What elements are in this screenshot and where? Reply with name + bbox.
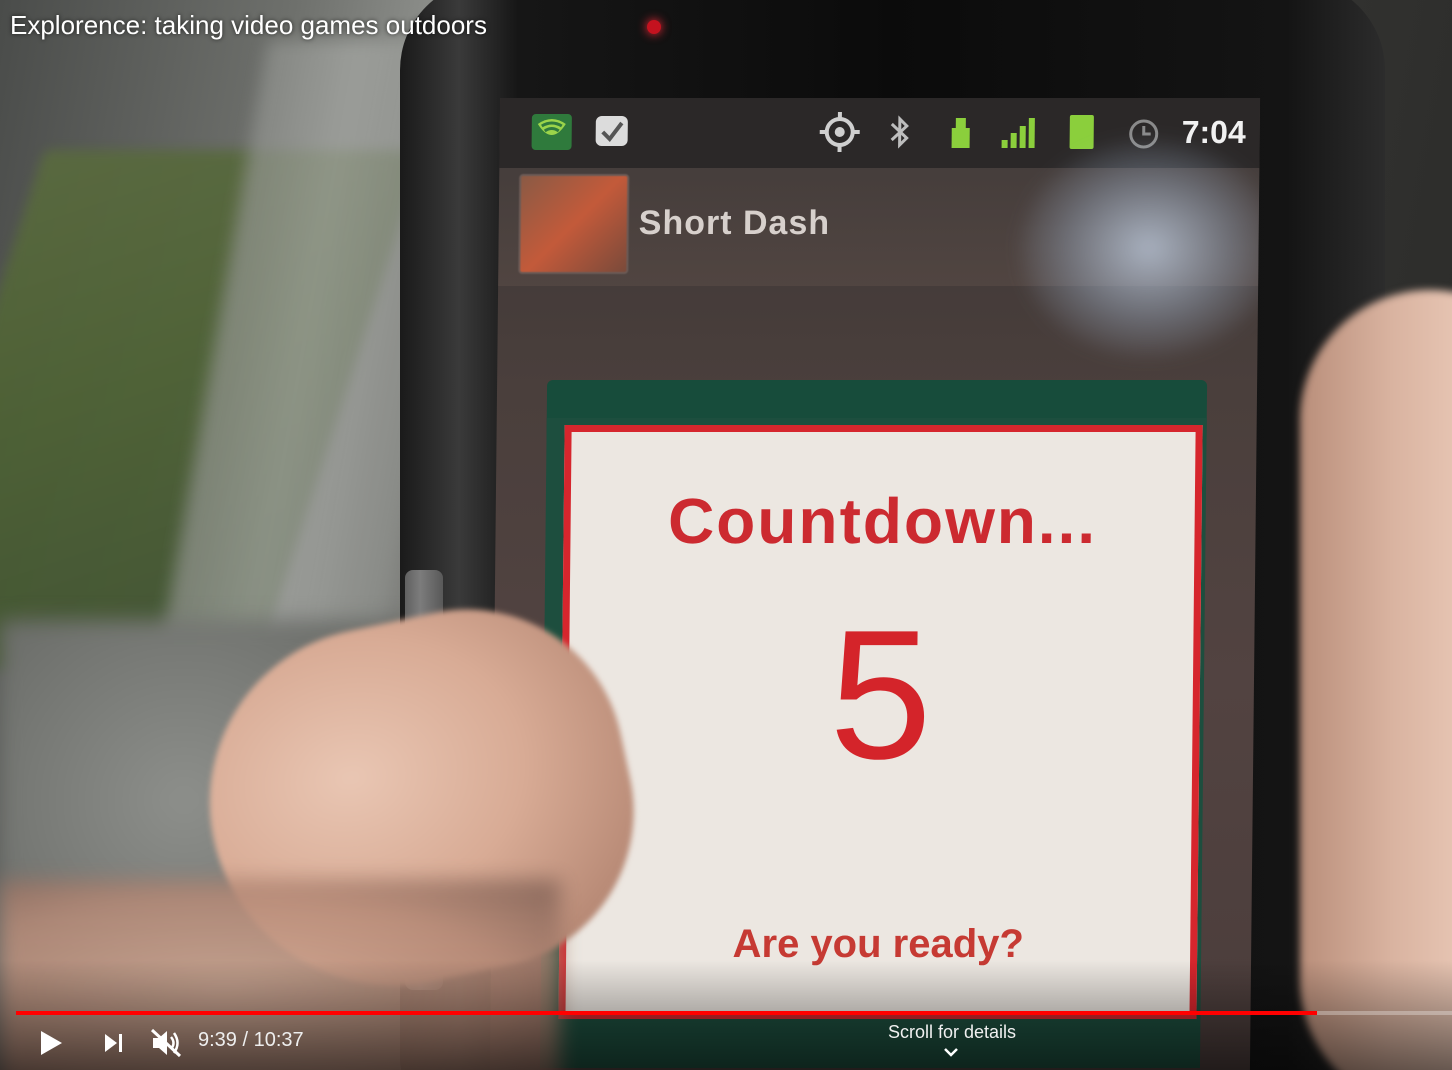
check-notification-icon (592, 112, 632, 152)
video-frame: 7:04 Short Dash Countdown... 5 Are you r… (0, 0, 1452, 1070)
usb-icon (946, 112, 976, 152)
phone-screen: 7:04 Short Dash Countdown... 5 Are you r… (489, 98, 1261, 1070)
shield-notification-icon (530, 112, 574, 152)
phone-led (647, 20, 661, 34)
play-icon (41, 1031, 62, 1055)
next-button[interactable] (96, 1024, 130, 1062)
progress-bar-played (16, 1011, 1318, 1015)
signal-icon (1000, 112, 1042, 152)
controls-gradient (0, 960, 1452, 1070)
app-avatar-image (518, 174, 630, 274)
next-icon (105, 1034, 122, 1052)
gps-icon (818, 112, 862, 152)
countdown-dialog: Countdown... 5 Are you ready? (558, 425, 1203, 1019)
hand-finger (1300, 290, 1452, 1070)
time-display: 9:39 / 10:37 (198, 1029, 304, 1051)
battery-icon (1066, 112, 1098, 152)
chevron-down-icon[interactable] (942, 1046, 960, 1065)
countdown-title: Countdown... (667, 485, 1098, 557)
play-button[interactable] (34, 1024, 68, 1062)
progress-bar[interactable] (16, 1011, 1452, 1015)
bluetooth-icon (888, 112, 912, 152)
video-player[interactable]: 7:04 Short Dash Countdown... 5 Are you r… (0, 0, 1452, 1070)
countdown-number: 5 (828, 591, 934, 797)
app-title: Short Dash (638, 204, 831, 242)
video-title[interactable]: Explorence: taking video games outdoors (10, 10, 487, 41)
volume-muted-icon (150, 1028, 182, 1058)
scroll-for-details[interactable]: Scroll for details (870, 1022, 1034, 1043)
mute-button[interactable] (146, 1024, 186, 1062)
